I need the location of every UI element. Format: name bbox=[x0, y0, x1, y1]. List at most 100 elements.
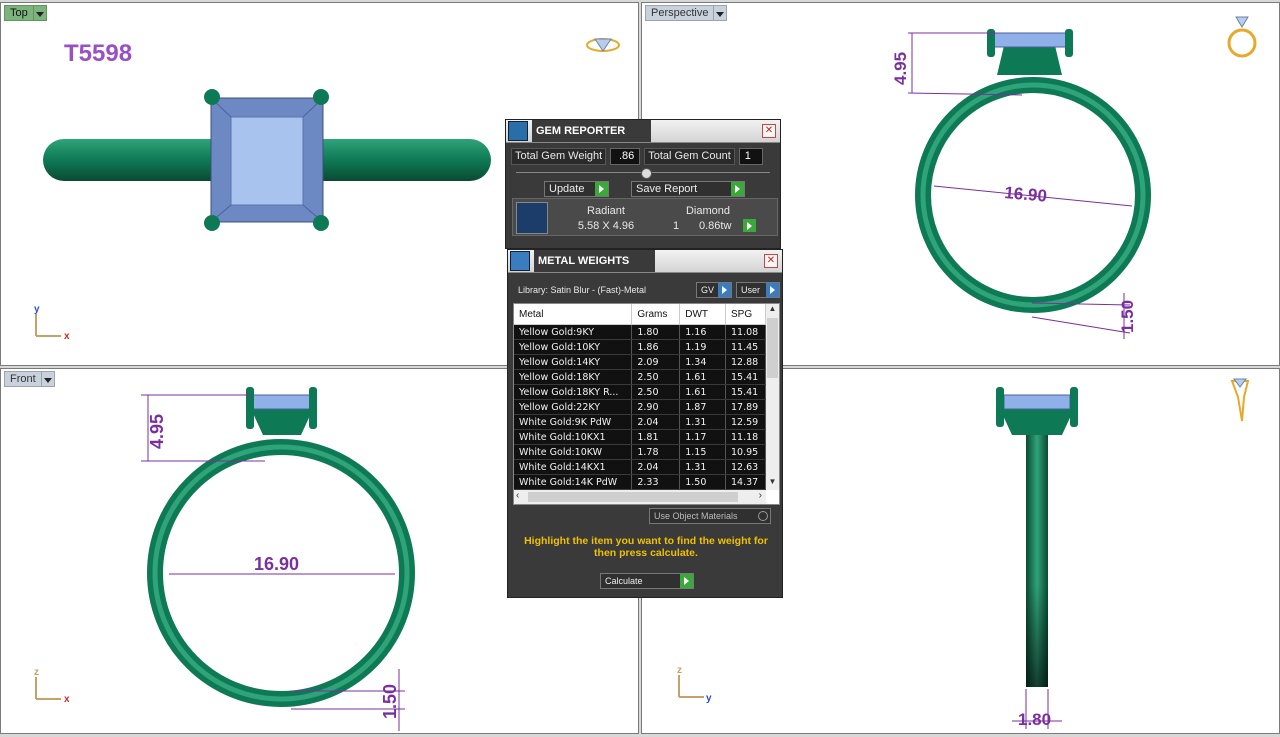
svg-text:1.80: 1.80 bbox=[1018, 710, 1051, 729]
gem-thumbnail-icon bbox=[516, 202, 548, 234]
table-cell: Yellow Gold:9KY bbox=[514, 324, 633, 340]
close-icon[interactable]: ✕ bbox=[764, 254, 778, 268]
table-row[interactable]: White Gold:10KW 1.78 1.15 10.95 bbox=[514, 444, 766, 460]
table-cell: 11.18 bbox=[725, 429, 766, 445]
table-cell: 1.81 bbox=[631, 429, 681, 445]
scroll-right-icon[interactable]: › bbox=[759, 490, 762, 501]
metal-weights-panel[interactable]: METAL WEIGHTS ✕ Library: Satin Blur - (F… bbox=[507, 249, 783, 598]
viewport-menu-arrow-icon[interactable] bbox=[33, 5, 47, 21]
slider-handle-icon[interactable] bbox=[641, 168, 652, 179]
table-cell: Yellow Gold:22KY bbox=[514, 399, 633, 415]
table-cell: 1.16 bbox=[679, 324, 727, 340]
close-icon[interactable]: ✕ bbox=[762, 124, 776, 138]
table-cell: 1.31 bbox=[679, 459, 727, 475]
play-icon[interactable] bbox=[743, 219, 756, 232]
library-label: Library: Satin Blur - (Fast)-Metal bbox=[518, 285, 647, 295]
ring-side-icon bbox=[1230, 378, 1250, 422]
update-button[interactable]: Update bbox=[544, 181, 609, 197]
table-cell: 1.61 bbox=[679, 369, 727, 385]
table-cell: White Gold:10KX1 bbox=[514, 429, 633, 445]
viewport-front-label[interactable]: Front bbox=[4, 371, 55, 387]
save-report-button[interactable]: Save Report bbox=[631, 181, 745, 197]
gem-reporter-slider[interactable] bbox=[516, 167, 770, 179]
viewport-menu-arrow-icon[interactable] bbox=[714, 5, 728, 21]
table-cell: 1.15 bbox=[679, 444, 727, 460]
metal-weights-header[interactable]: METAL WEIGHTS ✕ bbox=[508, 250, 782, 273]
metal-weights-logo-icon bbox=[510, 251, 530, 271]
column-header[interactable]: DWT bbox=[679, 304, 727, 325]
svg-text:x: x bbox=[64, 331, 70, 342]
dim-band: 1.80 bbox=[1012, 689, 1062, 729]
horizontal-scrollbar[interactable]: ‹ › bbox=[514, 490, 766, 504]
table-row[interactable]: Yellow Gold:18KY R... 2.50 1.61 15.41 bbox=[514, 384, 766, 400]
table-cell: 1.31 bbox=[679, 414, 727, 430]
svg-text:4.95: 4.95 bbox=[891, 52, 910, 85]
table-cell: White Gold:14KX1 bbox=[514, 459, 633, 475]
info-icon bbox=[766, 283, 779, 297]
model-id-label: T5598 bbox=[64, 40, 132, 67]
metal-weights-table[interactable]: Metal Grams DWT SPG Yellow Gold:9KY 1.80 1… bbox=[513, 303, 780, 505]
column-header[interactable]: SPG bbox=[725, 304, 766, 325]
table-cell: 11.45 bbox=[725, 339, 766, 355]
gv-toggle[interactable]: GV bbox=[696, 282, 732, 298]
table-cell: White Gold:14K PdW bbox=[514, 474, 633, 490]
viewport-menu-arrow-icon[interactable] bbox=[41, 371, 55, 387]
scroll-down-icon[interactable]: ▼ bbox=[766, 477, 779, 490]
calculate-button[interactable]: Calculate bbox=[600, 573, 694, 589]
svg-text:16.90: 16.90 bbox=[1004, 183, 1048, 206]
table-cell: 17.89 bbox=[725, 399, 766, 415]
table-row[interactable]: Yellow Gold:22KY 2.90 1.87 17.89 bbox=[514, 399, 766, 415]
dim-width: 16.90 bbox=[933, 183, 1133, 207]
scroll-thumb[interactable] bbox=[767, 318, 778, 378]
table-row[interactable]: White Gold:14K PdW 2.33 1.50 14.37 bbox=[514, 474, 766, 490]
table-cell: 2.33 bbox=[631, 474, 681, 490]
table-cell: 11.08 bbox=[725, 324, 766, 340]
table-cell: 2.04 bbox=[631, 414, 681, 430]
axis-gizmo: z y bbox=[677, 665, 712, 704]
table-cell: 1.61 bbox=[679, 384, 727, 400]
table-row[interactable]: White Gold:9K PdW 2.04 1.31 12.59 bbox=[514, 414, 766, 430]
metal-weights-title: METAL WEIGHTS bbox=[534, 250, 656, 272]
total-gem-weight-field[interactable]: .86 bbox=[610, 148, 641, 165]
gem-reporter-header[interactable]: GEM REPORTER ✕ bbox=[506, 120, 780, 143]
viewport-top-label[interactable]: Top bbox=[4, 5, 47, 21]
table-row[interactable]: Yellow Gold:18KY 2.50 1.61 15.41 bbox=[514, 369, 766, 385]
svg-text:16.90: 16.90 bbox=[254, 554, 299, 574]
scroll-up-icon[interactable]: ▲ bbox=[766, 304, 779, 317]
user-toggle[interactable]: User bbox=[736, 282, 780, 298]
table-cell: 1.80 bbox=[631, 324, 681, 340]
table-cell: Yellow Gold:10KY bbox=[514, 339, 633, 355]
play-icon bbox=[731, 182, 744, 196]
scroll-left-icon[interactable]: ‹ bbox=[516, 490, 519, 501]
svg-text:1.50: 1.50 bbox=[380, 684, 400, 719]
viewport-perspective-label[interactable]: Perspective bbox=[645, 5, 728, 21]
play-icon bbox=[595, 182, 608, 196]
table-row[interactable]: Yellow Gold:10KY 1.86 1.19 11.45 bbox=[514, 339, 766, 355]
gem-weight: 0.86tw bbox=[699, 220, 732, 232]
table-cell: White Gold:10KW bbox=[514, 444, 633, 460]
svg-text:y: y bbox=[34, 304, 40, 315]
column-header[interactable]: Metal bbox=[514, 304, 633, 325]
scroll-thumb[interactable] bbox=[528, 492, 738, 502]
svg-text:y: y bbox=[706, 693, 712, 704]
table-row[interactable]: White Gold:10KX1 1.81 1.17 11.18 bbox=[514, 429, 766, 445]
table-cell: 2.04 bbox=[631, 459, 681, 475]
table-cell: 1.34 bbox=[679, 354, 727, 370]
gem-front bbox=[252, 394, 312, 410]
table-row[interactable]: Yellow Gold:14KY 2.09 1.34 12.88 bbox=[514, 354, 766, 370]
svg-text:4.95: 4.95 bbox=[147, 414, 167, 449]
table-cell: 15.41 bbox=[725, 369, 766, 385]
gem-shape: Radiant bbox=[587, 205, 625, 217]
table-row[interactable]: Yellow Gold:9KY 1.80 1.16 11.08 bbox=[514, 324, 766, 340]
gem-list-row[interactable]: Radiant Diamond 5.58 X 4.96 1 0.86tw bbox=[512, 198, 778, 236]
gem-side bbox=[1003, 394, 1071, 410]
prong bbox=[313, 89, 329, 105]
total-gem-count-field[interactable]: 1 bbox=[738, 148, 763, 165]
gem-inner bbox=[230, 116, 304, 206]
table-row[interactable]: White Gold:14KX1 2.04 1.31 12.63 bbox=[514, 459, 766, 475]
table-cell: 10.95 bbox=[725, 444, 766, 460]
use-object-materials-button[interactable]: Use Object Materials bbox=[649, 508, 771, 524]
gem-reporter-panel[interactable]: GEM REPORTER ✕ Total Gem Weight .86 Tota… bbox=[505, 119, 781, 249]
column-header[interactable]: Grams bbox=[631, 304, 681, 325]
vertical-scrollbar[interactable]: ▲ ▼ bbox=[766, 304, 779, 490]
